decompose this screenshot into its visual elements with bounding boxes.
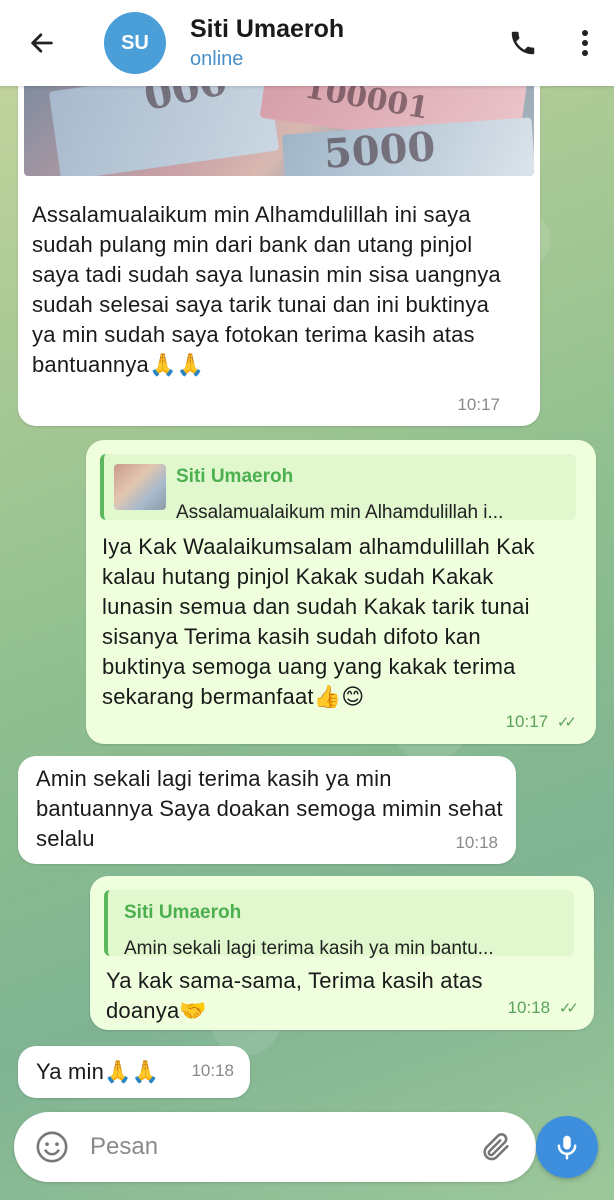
message-text: Ya min🙏🙏 (36, 1059, 160, 1084)
double-check-icon: ✓✓ (558, 1000, 579, 1017)
more-vertical-icon (582, 30, 588, 56)
message-composer (14, 1112, 536, 1182)
phone-icon (511, 31, 535, 55)
message-text: Amin sekali lagi terima kasih ya min ban… (36, 766, 503, 851)
reply-quote[interactable]: Siti Umaeroh Amin sekali lagi terima kas… (104, 890, 574, 959)
message-incoming[interactable]: 000 100001 5000 Assalamualaikum min Alha… (18, 66, 540, 426)
message-text: Ya kak sama-sama, Terima kasih atas doan… (106, 968, 483, 1023)
paperclip-icon (483, 1133, 509, 1161)
message-time-value: 10:18 (507, 998, 551, 1017)
contact-status: online (190, 48, 244, 70)
message-list[interactable]: 000 100001 5000 Assalamualaikum min Alha… (0, 66, 614, 1106)
message-text: Iya Kak Waalaikumsalam alhamdulillah Kak… (102, 534, 535, 709)
emoji-button[interactable] (32, 1127, 72, 1167)
call-button[interactable] (498, 18, 548, 68)
message-time-value: 10:17 (505, 712, 549, 731)
message-text: Assalamualaikum min Alhamdulillah ini sa… (32, 202, 501, 377)
avatar[interactable]: SU (104, 12, 166, 74)
contact-info[interactable]: Siti Umaeroh online (190, 15, 498, 71)
emoji-icon (36, 1131, 68, 1163)
photo-text: 5000 (322, 123, 437, 176)
message-time: 10:18 (191, 1061, 234, 1080)
arrow-left-icon (31, 33, 53, 53)
message-outgoing[interactable]: Siti Umaeroh Assalamualaikum min Alhamdu… (86, 440, 596, 744)
message-incoming[interactable]: Amin sekali lagi terima kasih ya min ban… (18, 756, 516, 864)
message-time: 10:17 (457, 395, 500, 414)
reply-photo-thumbnail (114, 464, 166, 510)
reply-author: Siti Umaeroh (176, 466, 294, 487)
voice-record-button[interactable] (536, 1116, 598, 1178)
attach-button[interactable] (474, 1125, 518, 1169)
message-time: 10:18 ✓✓ (507, 993, 579, 1024)
contact-name: Siti Umaeroh (190, 15, 345, 43)
message-incoming[interactable]: Ya min🙏🙏 10:18 (18, 1046, 250, 1098)
message-input[interactable] (90, 1133, 474, 1161)
double-check-icon: ✓✓ (556, 714, 577, 731)
message-time: 10:18 (455, 833, 498, 852)
reply-text: Assalamualaikum min Alhamdulillah i... (176, 502, 504, 523)
message-time: 10:17 ✓✓ (505, 707, 577, 738)
message-outgoing[interactable]: Siti Umaeroh Amin sekali lagi terima kas… (90, 876, 594, 1030)
microphone-icon (557, 1135, 577, 1160)
chat-header: SU Siti Umaeroh online (0, 0, 614, 86)
back-button[interactable] (12, 0, 72, 86)
reply-quote[interactable]: Siti Umaeroh Assalamualaikum min Alhamdu… (100, 454, 576, 523)
reply-author: Siti Umaeroh (124, 902, 242, 923)
reply-text: Amin sekali lagi terima kasih ya min ban… (124, 938, 494, 959)
more-options-button[interactable] (570, 18, 600, 68)
